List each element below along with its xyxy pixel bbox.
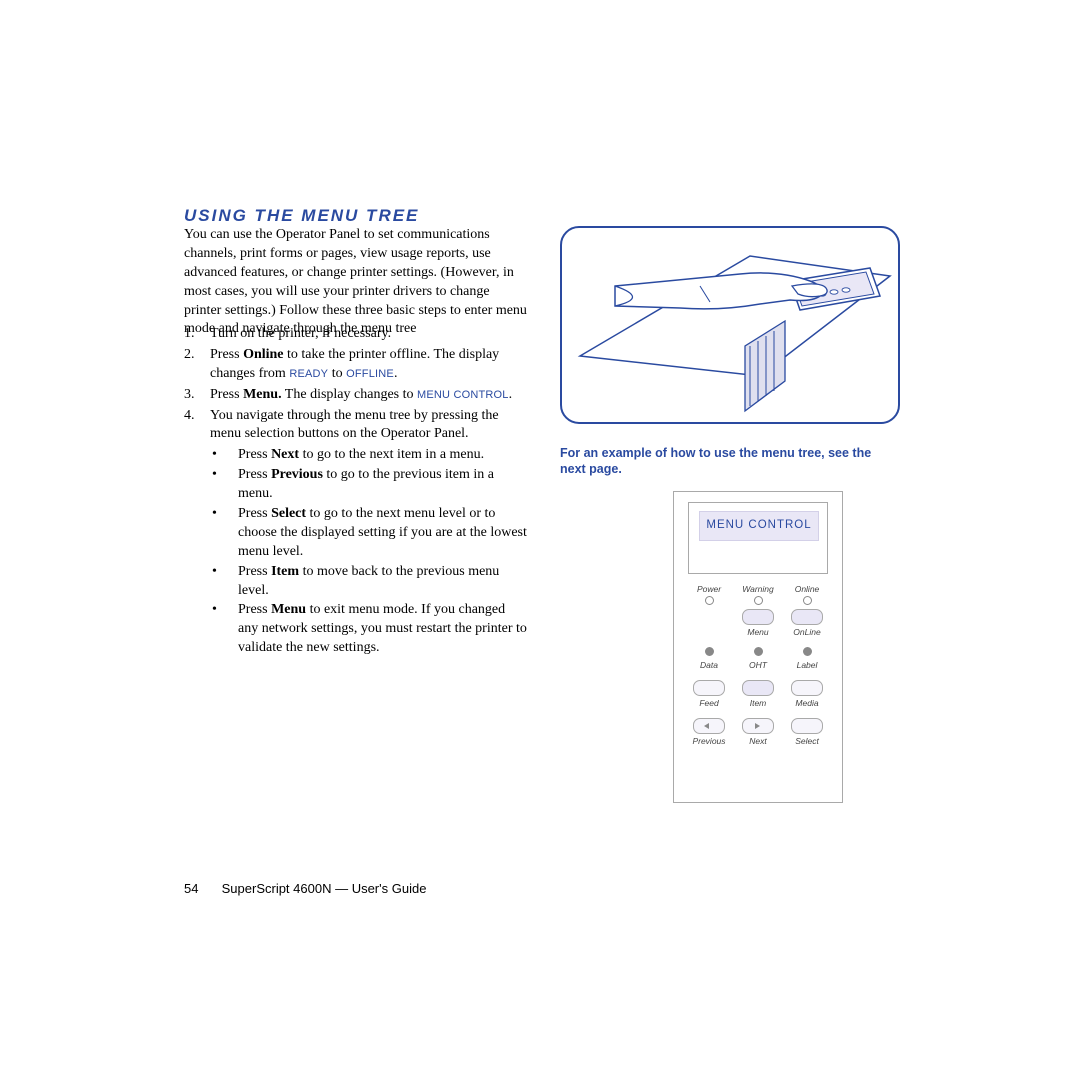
step-number: 2.	[184, 346, 210, 384]
step-number: 1.	[184, 325, 210, 344]
next-button[interactable]	[742, 718, 774, 734]
intro-text: You can use the Operator Panel to set co…	[184, 227, 527, 336]
bullet-text: Press Next to go to the next item in a m…	[238, 446, 484, 465]
media-button[interactable]	[791, 680, 823, 696]
triangle-right-icon	[755, 723, 760, 729]
button-label: Menu	[737, 627, 779, 637]
led-oht: OHT	[737, 647, 779, 670]
bullet-next: •Press Next to go to the next item in a …	[210, 446, 528, 465]
led-label-led: Label	[786, 647, 828, 670]
button-label: OnLine	[786, 627, 828, 637]
led-label: Power	[688, 584, 730, 594]
blank-cell	[688, 609, 730, 637]
led-icon	[803, 596, 812, 605]
figure-note-text: For an example of how to use the menu tr…	[560, 446, 871, 476]
led-online: Online	[786, 584, 828, 609]
bullet-marker: •	[210, 446, 238, 465]
step-text: Turn on the printer, if necessary.	[210, 325, 391, 344]
bullet-marker: •	[210, 466, 238, 504]
led-label: Data	[688, 660, 730, 670]
printer-illustration	[560, 226, 900, 424]
online-button-cell: OnLine	[786, 609, 828, 637]
menu-button[interactable]	[742, 609, 774, 625]
bullet-previous: •Press Previous to go to the previous it…	[210, 466, 528, 504]
feed-button[interactable]	[693, 680, 725, 696]
bullet-marker: •	[210, 505, 238, 562]
menu-button-cell: Menu	[737, 609, 779, 637]
item-button[interactable]	[742, 680, 774, 696]
lcd-text: MENU CONTROL	[706, 518, 811, 534]
led-icon	[705, 647, 714, 656]
footer-title: SuperScript 4600N — User's Guide	[222, 881, 427, 896]
bullet-menu: •Press Menu to exit menu mode. If you ch…	[210, 601, 528, 658]
numbered-steps: 1.Turn on the printer, if necessary. 2.P…	[184, 325, 528, 659]
bullet-item: •Press Item to move back to the previous…	[210, 563, 528, 601]
button-label: Next	[737, 736, 779, 746]
page-number: 54	[184, 880, 218, 898]
bullet-text: Press Item to move back to the previous …	[238, 563, 528, 601]
step-text: Press Menu. The display changes to MENU …	[210, 386, 512, 405]
bullet-text: Press Previous to go to the previous ite…	[238, 466, 528, 504]
led-data: Data	[688, 647, 730, 670]
intro-paragraph: You can use the Operator Panel to set co…	[184, 226, 528, 339]
button-label: Select	[786, 736, 828, 746]
button-row-1: Menu OnLine	[688, 609, 828, 637]
led-row-1: Power Warning Online	[688, 584, 828, 609]
step-2: 2.Press Online to take the printer offli…	[184, 346, 528, 384]
step-text: You navigate through the menu tree by pr…	[210, 407, 528, 445]
item-button-cell: Item	[737, 680, 779, 708]
bullet-marker: •	[210, 563, 238, 601]
bullet-marker: •	[210, 601, 238, 658]
step-number: 4.	[184, 407, 210, 445]
button-row-3: Previous Next Select	[688, 718, 828, 746]
bullet-text: Press Menu to exit menu mode. If you cha…	[238, 601, 528, 658]
next-button-cell: Next	[737, 718, 779, 746]
triangle-left-icon	[704, 723, 709, 729]
heading-text: USING THE MENU TREE	[184, 206, 419, 225]
led-icon	[803, 647, 812, 656]
led-label: Online	[786, 584, 828, 594]
step-4: 4.You navigate through the menu tree by …	[184, 407, 528, 445]
sub-bullets: •Press Next to go to the next item in a …	[210, 446, 528, 658]
led-label: Label	[786, 660, 828, 670]
led-warning: Warning	[737, 584, 779, 609]
led-label: OHT	[737, 660, 779, 670]
step-text: Press Online to take the printer offline…	[210, 346, 528, 384]
page-footer: 54 SuperScript 4600N — User's Guide	[184, 880, 426, 898]
button-label: Item	[737, 698, 779, 708]
bullet-select: •Press Select to go to the next menu lev…	[210, 505, 528, 562]
operator-panel: MENU CONTROL Power Warning Online Menu	[673, 491, 843, 803]
figure-note: For an example of how to use the menu tr…	[560, 446, 900, 477]
led-icon	[705, 596, 714, 605]
previous-button[interactable]	[693, 718, 725, 734]
led-row-2: Data OHT Label	[688, 647, 828, 670]
media-button-cell: Media	[786, 680, 828, 708]
online-button[interactable]	[791, 609, 823, 625]
feed-button-cell: Feed	[688, 680, 730, 708]
button-label: Previous	[688, 736, 730, 746]
led-icon	[754, 596, 763, 605]
previous-button-cell: Previous	[688, 718, 730, 746]
step-1: 1.Turn on the printer, if necessary.	[184, 325, 528, 344]
led-power: Power	[688, 584, 730, 609]
lcd-display: MENU CONTROL	[699, 511, 819, 541]
bullet-text: Press Select to go to the next menu leve…	[238, 505, 528, 562]
select-button[interactable]	[791, 718, 823, 734]
lcd-frame: MENU CONTROL	[688, 502, 828, 574]
select-button-cell: Select	[786, 718, 828, 746]
button-label: Media	[786, 698, 828, 708]
button-row-2: Feed Item Media	[688, 680, 828, 708]
step-number: 3.	[184, 386, 210, 405]
button-label: Feed	[688, 698, 730, 708]
led-label: Warning	[737, 584, 779, 594]
section-heading: USING THE MENU TREE	[184, 205, 419, 228]
step-3: 3.Press Menu. The display changes to MEN…	[184, 386, 528, 405]
led-icon	[754, 647, 763, 656]
